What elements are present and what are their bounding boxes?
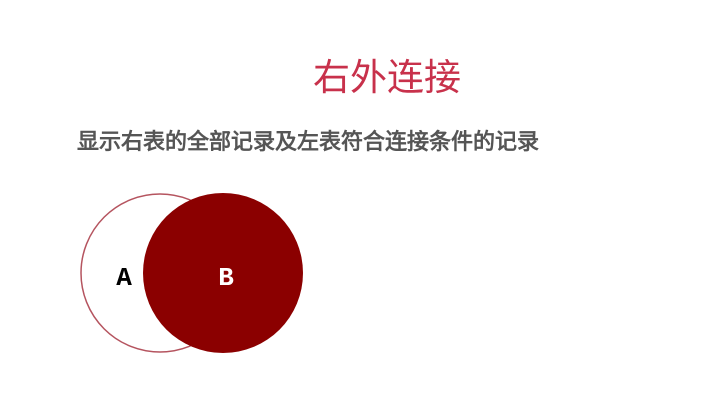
venn-diagram: A B xyxy=(80,193,303,353)
set-a-label: A xyxy=(116,263,132,293)
set-b-label: B xyxy=(218,263,234,293)
